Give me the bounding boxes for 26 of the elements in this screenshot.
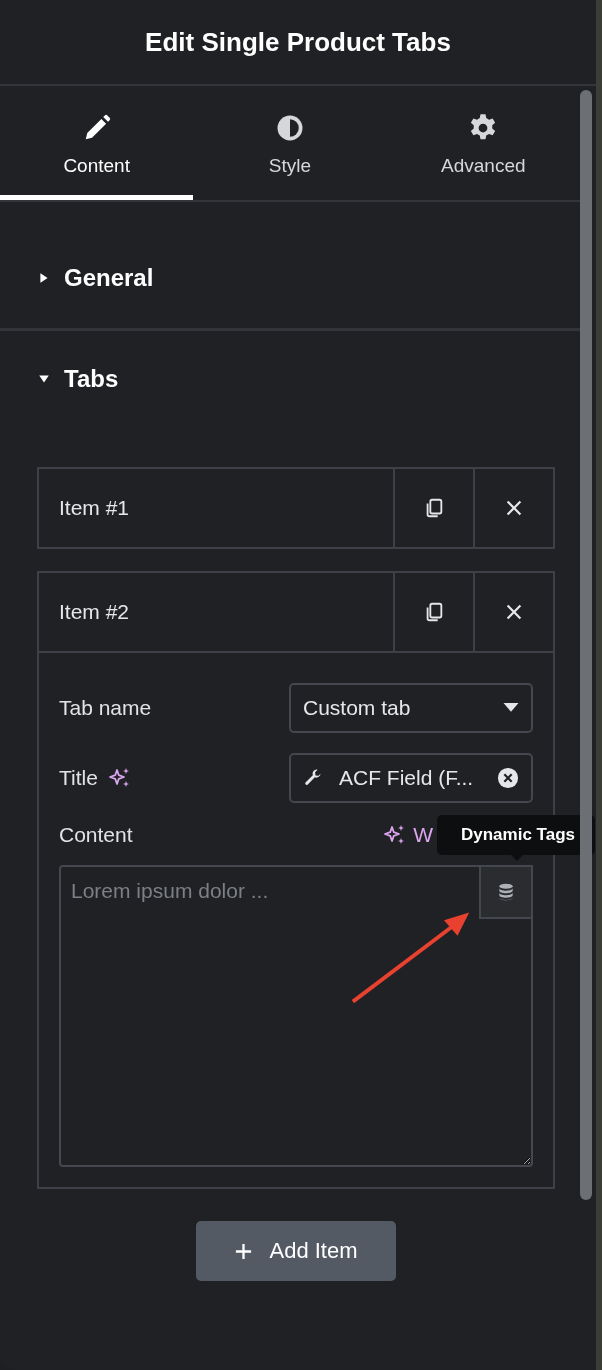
caret-icon [38, 272, 50, 284]
content-textarea[interactable]: Lorem ipsum dolor ... [59, 865, 533, 1167]
field-label: Title [59, 766, 98, 790]
database-icon [496, 882, 516, 902]
section-header[interactable]: General [0, 228, 192, 328]
item-title[interactable]: Item #1 [39, 469, 393, 547]
dynamic-tag-field[interactable]: ACF Field (F... [289, 753, 533, 803]
panel-title: Edit Single Product Tabs [145, 26, 451, 58]
tooltip: Dynamic Tags [437, 815, 595, 855]
clear-icon[interactable] [497, 767, 519, 789]
section-header[interactable]: Tabs [0, 331, 157, 427]
caret-icon [38, 373, 50, 385]
panel-tab[interactable]: Content [0, 86, 194, 200]
dynamic-tags-button[interactable] [479, 865, 533, 919]
plus-icon [234, 1241, 254, 1261]
field-label: Content [59, 823, 133, 847]
field-label: Tab name [59, 696, 152, 720]
tab-name-select[interactable]: Custom tab [289, 683, 533, 733]
write-with-ai-link[interactable]: W [413, 823, 433, 847]
add-item-button[interactable]: Add Item [196, 1221, 396, 1281]
item-title[interactable]: Item #2 [39, 573, 393, 651]
panel-tab[interactable]: Advanced [386, 86, 580, 200]
scrollbar[interactable] [580, 90, 592, 1200]
panel-tab[interactable]: Style [193, 86, 387, 200]
caret-icon [503, 703, 519, 713]
wrench-icon [303, 768, 323, 788]
